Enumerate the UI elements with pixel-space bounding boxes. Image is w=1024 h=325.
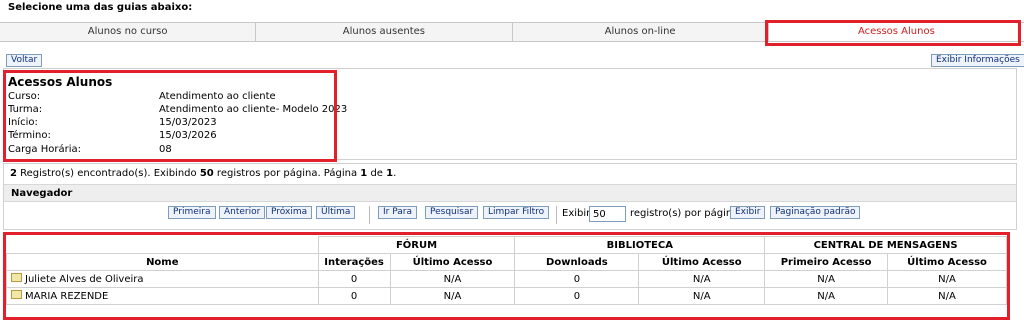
- status-text-4: .: [393, 168, 397, 179]
- toolbar-separator: [369, 206, 370, 224]
- status-text-3: de: [367, 168, 387, 179]
- status-text-2: registros por página. Página: [213, 168, 361, 179]
- tab-alunos-ausentes[interactable]: Alunos ausentes: [256, 23, 513, 41]
- per-page-input[interactable]: [589, 206, 626, 222]
- toolbar-separator: [556, 206, 557, 224]
- page-instruction: Selecione uma das guias abaixo:: [8, 2, 193, 13]
- per-page-count: 50: [199, 168, 214, 179]
- default-pagination-button[interactable]: Paginação padrão: [770, 206, 861, 219]
- show-label: Exibir: [562, 208, 591, 219]
- back-button[interactable]: Voltar: [6, 54, 43, 67]
- go-to-button[interactable]: Ir Para: [378, 206, 417, 219]
- last-page-button[interactable]: Última: [316, 206, 356, 219]
- record-count: 2: [10, 168, 17, 179]
- first-page-button[interactable]: Primeira: [168, 206, 216, 219]
- navigator-title: Navegador: [4, 184, 1016, 202]
- status-text-1: Registro(s) encontrado(s). Exibindo: [16, 168, 200, 179]
- info-highlight-box: [3, 70, 337, 162]
- record-status: 2 Registro(s) encontrado(s). Exibindo 50…: [10, 168, 396, 179]
- per-page-label: registro(s) por página.: [630, 208, 742, 219]
- table-highlight-box: [3, 232, 1010, 320]
- next-page-button[interactable]: Próxima: [266, 206, 313, 219]
- tab-alunos-online[interactable]: Alunos on-line: [513, 23, 769, 41]
- tab-alunos-no-curso[interactable]: Alunos no curso: [0, 23, 257, 41]
- search-button[interactable]: Pesquisar: [425, 206, 479, 219]
- clear-filter-button[interactable]: Limpar Filtro: [483, 206, 550, 219]
- show-button[interactable]: Exibir: [730, 206, 766, 219]
- show-info-button[interactable]: Exibir Informações: [931, 54, 1024, 67]
- previous-page-button[interactable]: Anterior: [219, 206, 266, 219]
- tab-highlight-box: [765, 20, 1021, 46]
